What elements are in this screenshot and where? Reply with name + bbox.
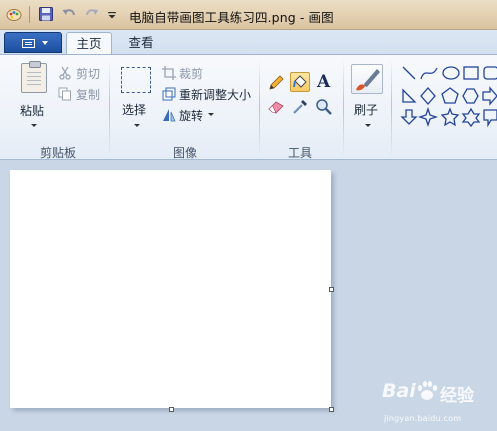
ribbon-tab-row: 主页 查看 [0,30,497,54]
tools-group-label: 工具 [287,146,312,160]
hexagon-shape-icon[interactable] [462,88,479,104]
resize-button[interactable]: 重新调整大小 [179,86,251,103]
callout-shape-icon[interactable] [483,109,497,128]
oval-shape-icon[interactable] [442,66,460,80]
rotate-icon [163,109,176,122]
watermark-url: jingyan.baidu.com [384,414,462,423]
group-separator [391,59,392,157]
brushes-icon[interactable] [351,64,383,94]
paw-icon [417,381,438,400]
baidu-watermark: Bai 经验 jingyan.baidu.com [382,378,494,428]
eraser-icon [268,101,284,114]
group-separator [343,59,344,157]
curve-shape-icon[interactable] [420,67,438,80]
select-dropdown-icon[interactable] [134,124,140,127]
redo-icon[interactable] [84,6,100,22]
rectangle-shape-icon[interactable] [463,66,479,80]
magnifier-icon [316,99,332,115]
text-tool[interactable]: A [314,72,334,93]
undo-icon[interactable] [61,6,77,22]
text-icon: A [317,72,331,92]
chevron-down-icon [42,41,48,45]
paint-app-icon[interactable] [6,6,22,22]
color-picker-tool[interactable] [290,97,310,117]
paste-dropdown-icon[interactable] [31,124,37,127]
crop-button[interactable]: 裁剪 [179,65,203,82]
save-icon[interactable] [38,6,54,22]
resize-handle-bottom[interactable] [169,407,174,412]
watermark-brand: Bai [382,380,416,402]
resize-handle-corner[interactable] [329,407,334,412]
shapes-gallery[interactable] [397,64,497,130]
tab-view[interactable]: 查看 [118,32,164,54]
copy-button[interactable]: 复制 [76,86,100,103]
customize-qat-icon[interactable] [104,6,120,22]
watermark-brand-suffix: 经验 [440,386,474,406]
scissors-icon [59,66,71,80]
paste-button[interactable]: 粘贴 [20,102,44,119]
copy-icon [58,87,71,101]
five-point-star-shape-icon[interactable] [440,107,460,127]
group-separator [259,59,260,157]
qat-separator [29,6,30,23]
fill-bucket-icon [293,75,307,88]
tab-home[interactable]: 主页 [66,32,112,54]
diamond-shape-icon[interactable] [420,87,436,105]
group-separator [109,59,110,157]
resize-icon [162,87,176,101]
eyedropper-icon [293,100,307,114]
brushes-dropdown-icon[interactable] [365,124,371,127]
eraser-tool[interactable] [266,97,286,117]
pencil-icon [269,75,284,90]
image-group-label: 图像 [172,146,197,160]
menu-icon [22,39,35,48]
crop-icon [162,66,176,80]
select-icon[interactable] [121,67,151,93]
rotate-button[interactable]: 旋转 [179,107,203,124]
brushes-button[interactable]: 刷子 [354,101,378,118]
rounded-rectangle-shape-icon[interactable] [483,66,497,80]
pencil-tool[interactable] [266,73,286,93]
select-button[interactable]: 选择 [122,101,146,118]
down-arrow-shape-icon[interactable] [400,109,418,125]
six-point-star-shape-icon[interactable] [461,107,481,128]
window-title: 电脑自带画图工具练习四.png - 画图 [129,10,334,25]
ribbon: 粘贴 剪切 复制 剪贴板 选择 裁剪 重新调整大小 旋转 图像 A 工具 刷子 [0,54,497,160]
clipboard-group-label: 剪贴板 [39,146,76,160]
pentagon-shape-icon[interactable] [441,87,459,104]
right-arrow-shape-icon[interactable] [482,86,497,106]
magnifier-tool[interactable] [314,97,334,117]
triangle-shape-icon[interactable] [402,88,417,103]
title-bar: 电脑自带画图工具练习四.png - 画图 [0,0,497,30]
fill-tool[interactable] [290,72,310,92]
line-shape-icon[interactable] [402,66,416,80]
resize-handle-right[interactable] [329,287,334,292]
cut-button[interactable]: 剪切 [76,65,100,82]
paste-icon[interactable] [21,61,47,93]
four-point-star-shape-icon[interactable] [417,106,439,128]
drawing-canvas[interactable] [10,170,331,408]
rotate-dropdown-icon[interactable] [208,113,214,116]
file-menu-button[interactable] [4,32,62,53]
